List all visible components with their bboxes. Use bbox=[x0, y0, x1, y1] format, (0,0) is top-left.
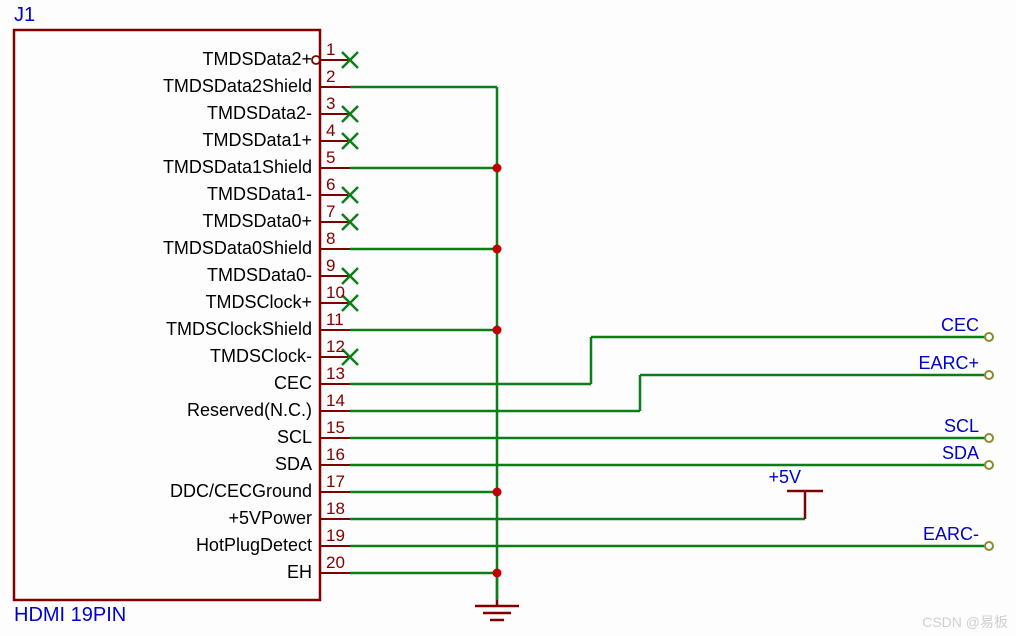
pin-number: 10 bbox=[326, 283, 345, 303]
pin-number: 1 bbox=[326, 40, 335, 60]
pin-number: 14 bbox=[326, 391, 345, 411]
component-type: HDMI 19PIN bbox=[14, 604, 126, 627]
pin-number: 11 bbox=[326, 310, 344, 330]
net-label: EARC- bbox=[875, 524, 979, 545]
pin-number: 2 bbox=[326, 67, 335, 87]
pin-name: TMDSData0- bbox=[20, 265, 312, 286]
power-label: +5V bbox=[745, 467, 801, 488]
pin-name: TMDSData0+ bbox=[20, 211, 312, 232]
pin-number: 19 bbox=[326, 526, 345, 546]
schematic-canvas: { "component": { "ref": "J1", "type": "H… bbox=[0, 0, 1016, 636]
pin-number: 9 bbox=[326, 256, 335, 276]
pin-name: TMDSData0Shield bbox=[20, 238, 312, 259]
pin-number: 5 bbox=[326, 148, 335, 168]
pin-name: TMDSData2Shield bbox=[20, 76, 312, 97]
net-label: EARC+ bbox=[875, 353, 979, 374]
pin-number: 12 bbox=[326, 337, 345, 357]
pin-number: 4 bbox=[326, 121, 335, 141]
pin-number: 13 bbox=[326, 364, 345, 384]
pin-name: TMDSData1+ bbox=[20, 130, 312, 151]
pin-number: 17 bbox=[326, 472, 345, 492]
pin-number: 3 bbox=[326, 94, 335, 114]
pin-number: 16 bbox=[326, 445, 345, 465]
pin-name: TMDSData1- bbox=[20, 184, 312, 205]
pin-number: 15 bbox=[326, 418, 345, 438]
pin-name: DDC/CECGround bbox=[20, 481, 312, 502]
component-ref: J1 bbox=[14, 4, 35, 27]
pin-name: Reserved(N.C.) bbox=[20, 400, 312, 421]
pin-number: 18 bbox=[326, 499, 345, 519]
pin-name: SCL bbox=[20, 427, 312, 448]
pin-name: HotPlugDetect bbox=[20, 535, 312, 556]
pin-name: EH bbox=[20, 562, 312, 583]
net-label: SDA bbox=[875, 443, 979, 464]
pin-number: 20 bbox=[326, 553, 345, 573]
pin-name: +5VPower bbox=[20, 508, 312, 529]
pin-name: TMDSClock+ bbox=[20, 292, 312, 313]
pin-number: 6 bbox=[326, 175, 335, 195]
net-label: SCL bbox=[875, 416, 979, 437]
pin-number: 7 bbox=[326, 202, 335, 222]
pin-name: CEC bbox=[20, 373, 312, 394]
net-label: CEC bbox=[875, 315, 979, 336]
pin-name: SDA bbox=[20, 454, 312, 475]
pin-name: TMDSClock- bbox=[20, 346, 312, 367]
pin-name: TMDSClockShield bbox=[20, 319, 312, 340]
pin-number: 8 bbox=[326, 229, 335, 249]
watermark: CSDN @易板 bbox=[922, 612, 1008, 632]
pin-name: TMDSData1Shield bbox=[20, 157, 312, 178]
pin-name: TMDSData2- bbox=[20, 103, 312, 124]
pin-name: TMDSData2+ bbox=[20, 49, 312, 70]
